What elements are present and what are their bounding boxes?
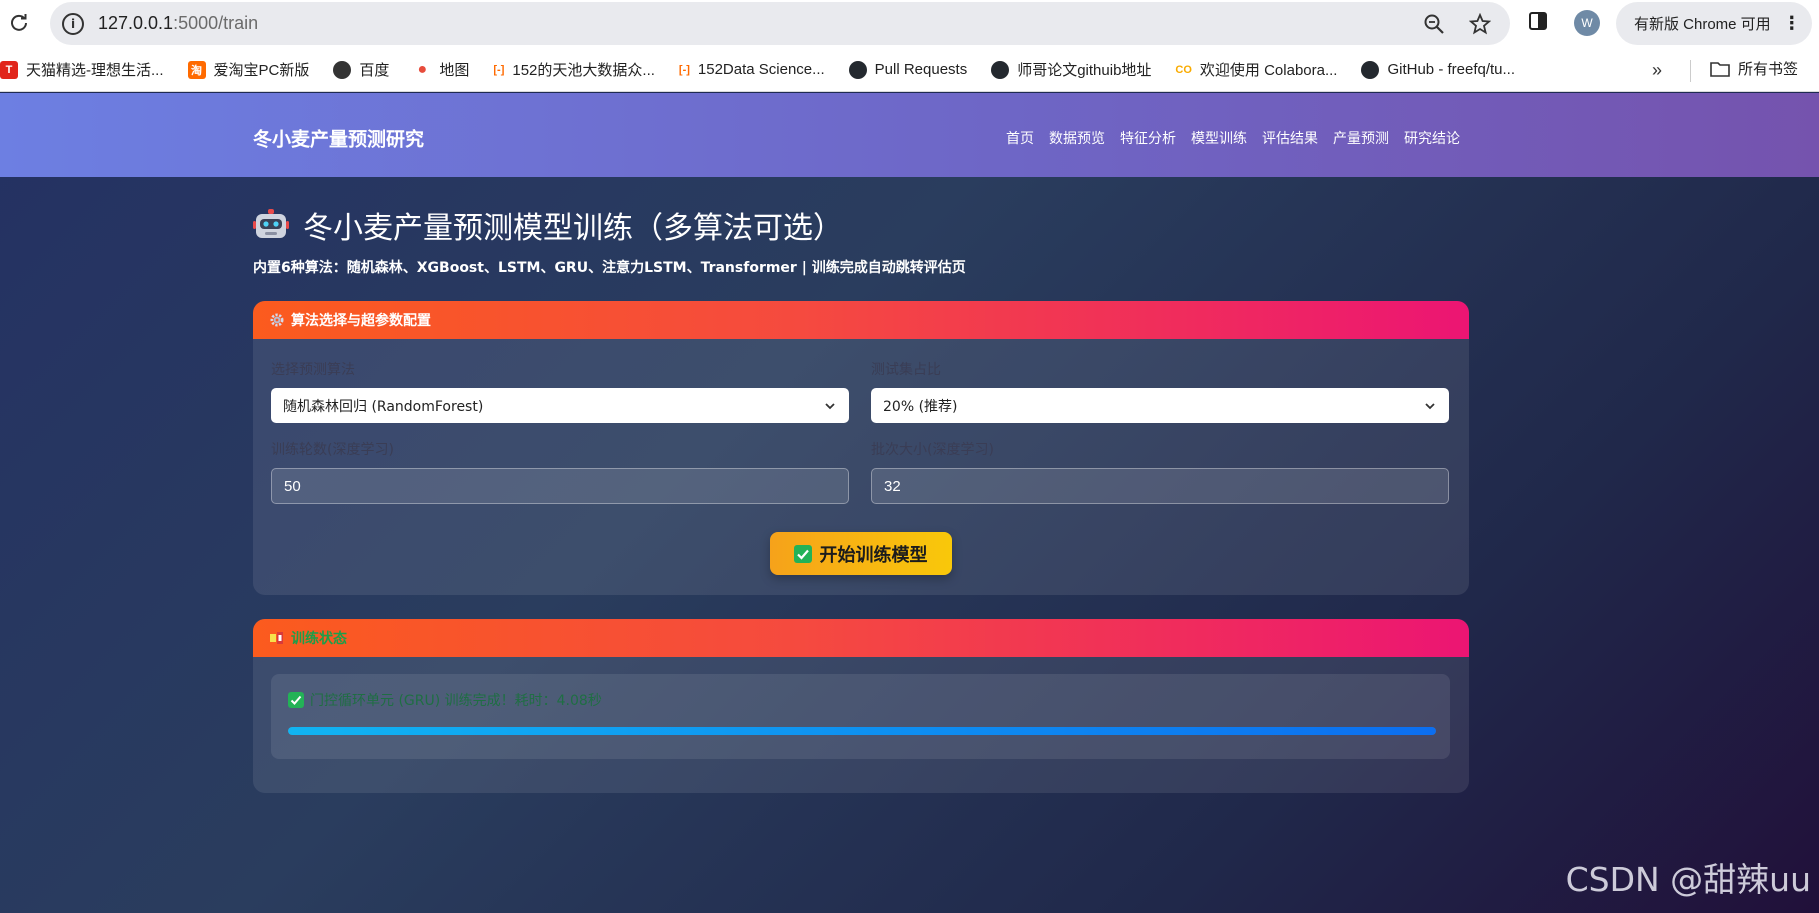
tianchi-icon: [-] [678,63,690,76]
side-panel-icon[interactable] [1528,11,1548,36]
status-message: 门控循环单元 (GRU) 训练完成！耗时：4.08秒 [310,693,602,709]
nav-link[interactable]: 产量预测 [1333,128,1389,148]
epochs-input[interactable]: 50 [271,468,849,504]
config-card: 算法选择与超参数配置 选择预测算法 随机森林回归 (RandomForest) … [253,301,1469,595]
bookmark-label: Pull Requests [874,61,968,78]
nav-link[interactable]: 研究结论 [1404,128,1460,148]
test-ratio-value: 20% (推荐) [883,398,958,415]
bookmark-item[interactable]: Pull Requests [848,60,968,79]
batch-label: 批次大小(深度学习) [871,442,994,458]
bookmark-item[interactable]: 百度 [333,59,389,80]
bookmark-item[interactable]: T 天猫精选-理想生活... [0,59,164,80]
page-title: 冬小麦产量预测模型训练（多算法可选） [303,211,843,246]
epochs-field: 训练轮数(深度学习) 50 [271,439,849,504]
progress-bar [288,727,1436,735]
tmall-icon: T [0,60,18,79]
colab-icon: CO [1175,63,1192,76]
bookmark-item[interactable]: CO 欢迎使用 Colabora... [1175,59,1337,80]
algorithm-select[interactable]: 随机森林回归 (RandomForest) [271,388,849,423]
page: 冬小麦产量预测研究 首页 数据预览 特征分析 模型训练 评估结果 产量预测 研究结论 冬小麦… [0,93,1819,913]
algorithm-label: 选择预测算法 [271,362,355,378]
bookmarks-bar: T 天猫精选-理想生活... 淘爱淘宝PC新版 百度 ● 地图 [-] 152的天池大数据众.… [0,48,1819,92]
nav-links: 首页 数据预览 特征分析 模型训练 评估结果 产量预测 研究结论 [1006,128,1460,148]
all-bookmarks-folder[interactable]: 所有书签 [1710,58,1798,79]
batch-field: 批次大小(深度学习) 32 [871,439,1449,504]
address-bar[interactable]: i 127.0.0.1:5000/train [50,2,1510,45]
csdn-watermark: CSDN @甜辣uu [1565,860,1811,899]
test-ratio-label: 测试集占比 [871,362,941,378]
reload-icon[interactable] [8,12,30,34]
batch-size-input[interactable]: 32 [871,468,1449,504]
taobao-icon: 淘 [187,60,206,79]
nav-link[interactable]: 首页 [1006,128,1034,148]
globe-icon [333,60,352,79]
nav-link[interactable]: 模型训练 [1191,128,1247,148]
bookmark-label: 152Data Science... [697,61,825,78]
status-card-title: 训练状态 [291,631,347,647]
tianchi-icon: [-] [493,63,505,76]
bookmark-item[interactable]: ● 地图 [413,59,470,80]
bookmark-item[interactable]: [-] 152的天池大数据众... [493,59,655,80]
nav-link[interactable]: 数据预览 [1049,128,1105,148]
start-training-button[interactable]: 开始训练模型 [769,532,952,575]
robot-icon [253,209,289,238]
profile-avatar[interactable]: W [1574,10,1600,36]
nav-link[interactable]: 评估结果 [1262,128,1318,148]
maps-pin-icon: ● [417,60,428,78]
main-content: 冬小麦产量预测模型训练（多算法可选） 内置6种算法：随机森林、XGBoost、L… [253,177,1469,793]
bookmark-item[interactable]: 师哥论文githuib地址 [991,59,1151,80]
folder-icon [1710,61,1730,77]
check-box-icon [793,544,812,563]
url-text[interactable]: 127.0.0.1:5000/train [98,13,258,34]
success-check-icon [288,692,304,708]
bookmark-label: 152的天池大数据众... [512,62,655,79]
site-brand[interactable]: 冬小麦产量预测研究 [253,125,424,152]
chevron-down-icon [825,402,835,409]
github-icon [1361,60,1380,79]
update-label: 有新版 Chrome 可用 [1634,16,1771,33]
site-navbar: 冬小麦产量预测研究 首页 数据预览 特征分析 模型训练 评估结果 产量预测 研究结论 [0,93,1819,177]
algorithm-field: 选择预测算法 随机森林回归 (RandomForest) [271,359,849,423]
status-card: 训练状态 门控循环单元 (GRU) 训练完成！耗时：4.08秒 [253,619,1469,793]
site-info-icon[interactable]: i [62,12,84,35]
test-ratio-field: 测试集占比 20% (推荐) [871,359,1449,423]
more-bookmarks-icon[interactable]: » [1652,60,1662,81]
bookmark-label: 师哥论文githuib地址 [1017,62,1152,79]
bookmark-item[interactable]: 淘爱淘宝PC新版 [187,59,310,80]
bookmark-label: 爱淘宝PC新版 [213,62,310,79]
bookmark-label: 地图 [439,62,470,79]
bookmark-label: 天猫精选-理想生活... [26,62,164,79]
github-icon [991,60,1010,79]
menu-dots-icon[interactable]: ⋮ [1783,13,1801,34]
start-training-label: 开始训练模型 [819,544,928,566]
progress-fill [288,727,1436,735]
browser-toolbar: i 127.0.0.1:5000/train W 有新版 Chrome 可用 ⋮ [0,0,1819,48]
gear-icon [270,313,284,327]
test-ratio-select[interactable]: 20% (推荐) [871,388,1449,423]
algorithm-value: 随机森林回归 (RandomForest) [283,398,484,415]
status-icon [270,632,283,644]
bookmark-label: GitHub - freefq/tu... [1387,61,1516,78]
chrome-update-button[interactable]: 有新版 Chrome 可用 ⋮ [1616,2,1812,45]
epochs-label: 训练轮数(深度学习) [271,442,394,458]
status-box: 门控循环单元 (GRU) 训练完成！耗时：4.08秒 [271,674,1450,759]
page-subtitle: 内置6种算法：随机森林、XGBoost、LSTM、GRU、注意力LSTM、Tra… [253,260,966,276]
bookmark-item[interactable]: GitHub - freefq/tu... [1361,60,1516,79]
nav-link[interactable]: 特征分析 [1120,128,1176,148]
bookmarks-divider [1690,60,1691,82]
chevron-down-icon [1425,402,1435,409]
config-card-title: 算法选择与超参数配置 [291,313,431,329]
zoom-icon[interactable] [1422,12,1446,36]
bookmark-label: 百度 [359,62,390,79]
bookmark-star-icon[interactable] [1468,12,1492,36]
bookmark-item[interactable]: [-] 152Data Science... [679,61,825,79]
status-card-header: 训练状态 [253,619,1469,657]
config-card-header: 算法选择与超参数配置 [253,301,1469,339]
github-icon [848,60,867,79]
bookmark-label: 欢迎使用 Colabora... [1199,62,1338,79]
